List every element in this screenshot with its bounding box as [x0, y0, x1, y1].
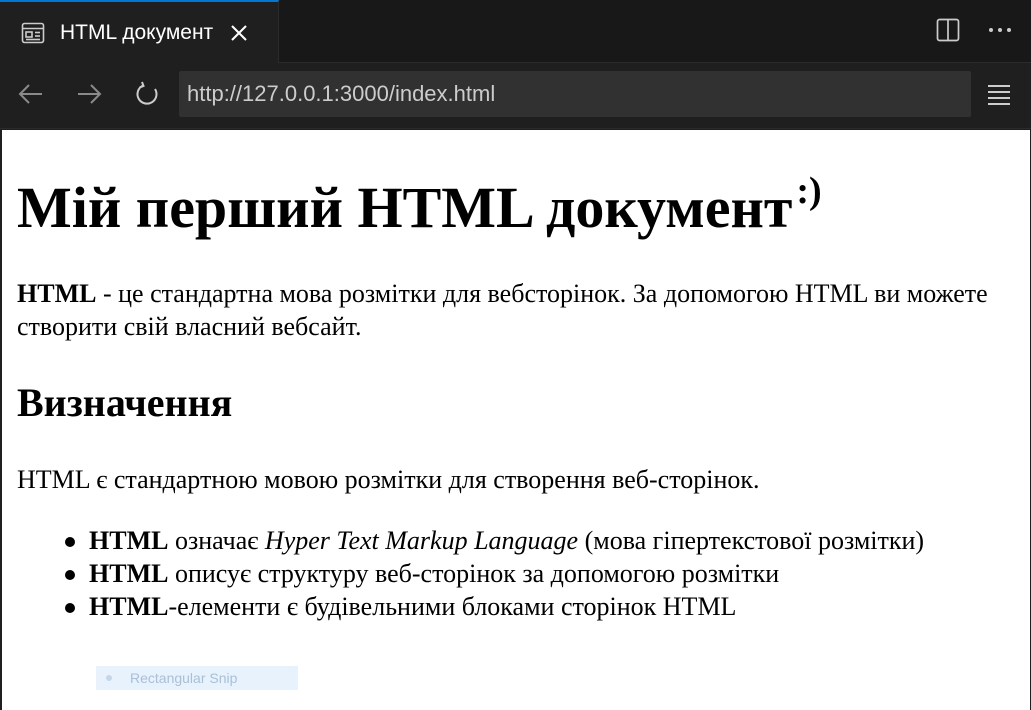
list-item: HTML означає Hyper Text Markup Language …: [65, 524, 1026, 557]
section-heading: Визначення: [17, 379, 233, 425]
heading-smiley: :): [796, 170, 822, 212]
back-arrow-icon[interactable]: [14, 77, 48, 111]
url-input[interactable]: http://127.0.0.1:3000/index.html: [179, 71, 971, 117]
tab-actions: [933, 14, 1015, 46]
editor-tab-bar: HTML документ: [0, 0, 1031, 63]
reload-icon[interactable]: [131, 77, 165, 111]
page-heading: Мій перший HTML документ:): [17, 171, 1026, 240]
tab-html-document[interactable]: HTML документ: [0, 0, 279, 63]
browser-nav-bar: http://127.0.0.1:3000/index.html: [0, 63, 1031, 129]
list-item-text: -елементи є будівельними блоками сторіно…: [168, 591, 737, 621]
snip-label: Rectangular Snip: [130, 670, 238, 686]
list-item-text: (мова гіпертекстової розмітки): [578, 525, 925, 555]
list-item-text: описує структуру веб-сторінок за допомог…: [168, 558, 780, 588]
list-item: HTML описує структуру веб-сторінок за до…: [65, 557, 1026, 590]
forward-arrow-icon[interactable]: [72, 77, 106, 111]
feature-list: HTML означає Hyper Text Markup Language …: [17, 524, 1026, 623]
snip-dot-icon: [106, 675, 112, 681]
web-page-content: Мій перший HTML документ:) HTML - це ста…: [2, 130, 1030, 710]
list-item-bold: HTML: [89, 558, 169, 588]
more-actions-icon[interactable]: [985, 14, 1015, 46]
intro-text: - це стандартна мова розмітки для вебсто…: [17, 278, 988, 341]
list-item-bold: HTML: [89, 525, 169, 555]
close-icon[interactable]: [227, 21, 251, 45]
intro-paragraph: HTML - це стандартна мова розмітки для в…: [17, 277, 1026, 343]
list-item-italic: Hyper Text Markup Language: [264, 525, 579, 555]
list-item: HTML-елементи є будівельними блоками сто…: [65, 590, 1026, 623]
heading-text: Мій перший HTML документ: [17, 175, 793, 240]
list-item-bold: HTML: [89, 591, 169, 621]
preview-icon: [20, 20, 46, 46]
definition-paragraph: HTML є стандартною мовою розмітки для ст…: [17, 464, 760, 494]
split-editor-icon[interactable]: [933, 14, 963, 46]
url-text: http://127.0.0.1:3000/index.html: [187, 81, 496, 106]
menu-icon[interactable]: [982, 77, 1016, 111]
rectangular-snip-overlay[interactable]: Rectangular Snip: [96, 666, 298, 690]
tab-title: HTML документ: [60, 20, 214, 44]
intro-bold: HTML: [17, 278, 97, 308]
list-item-text: означає: [168, 525, 265, 555]
